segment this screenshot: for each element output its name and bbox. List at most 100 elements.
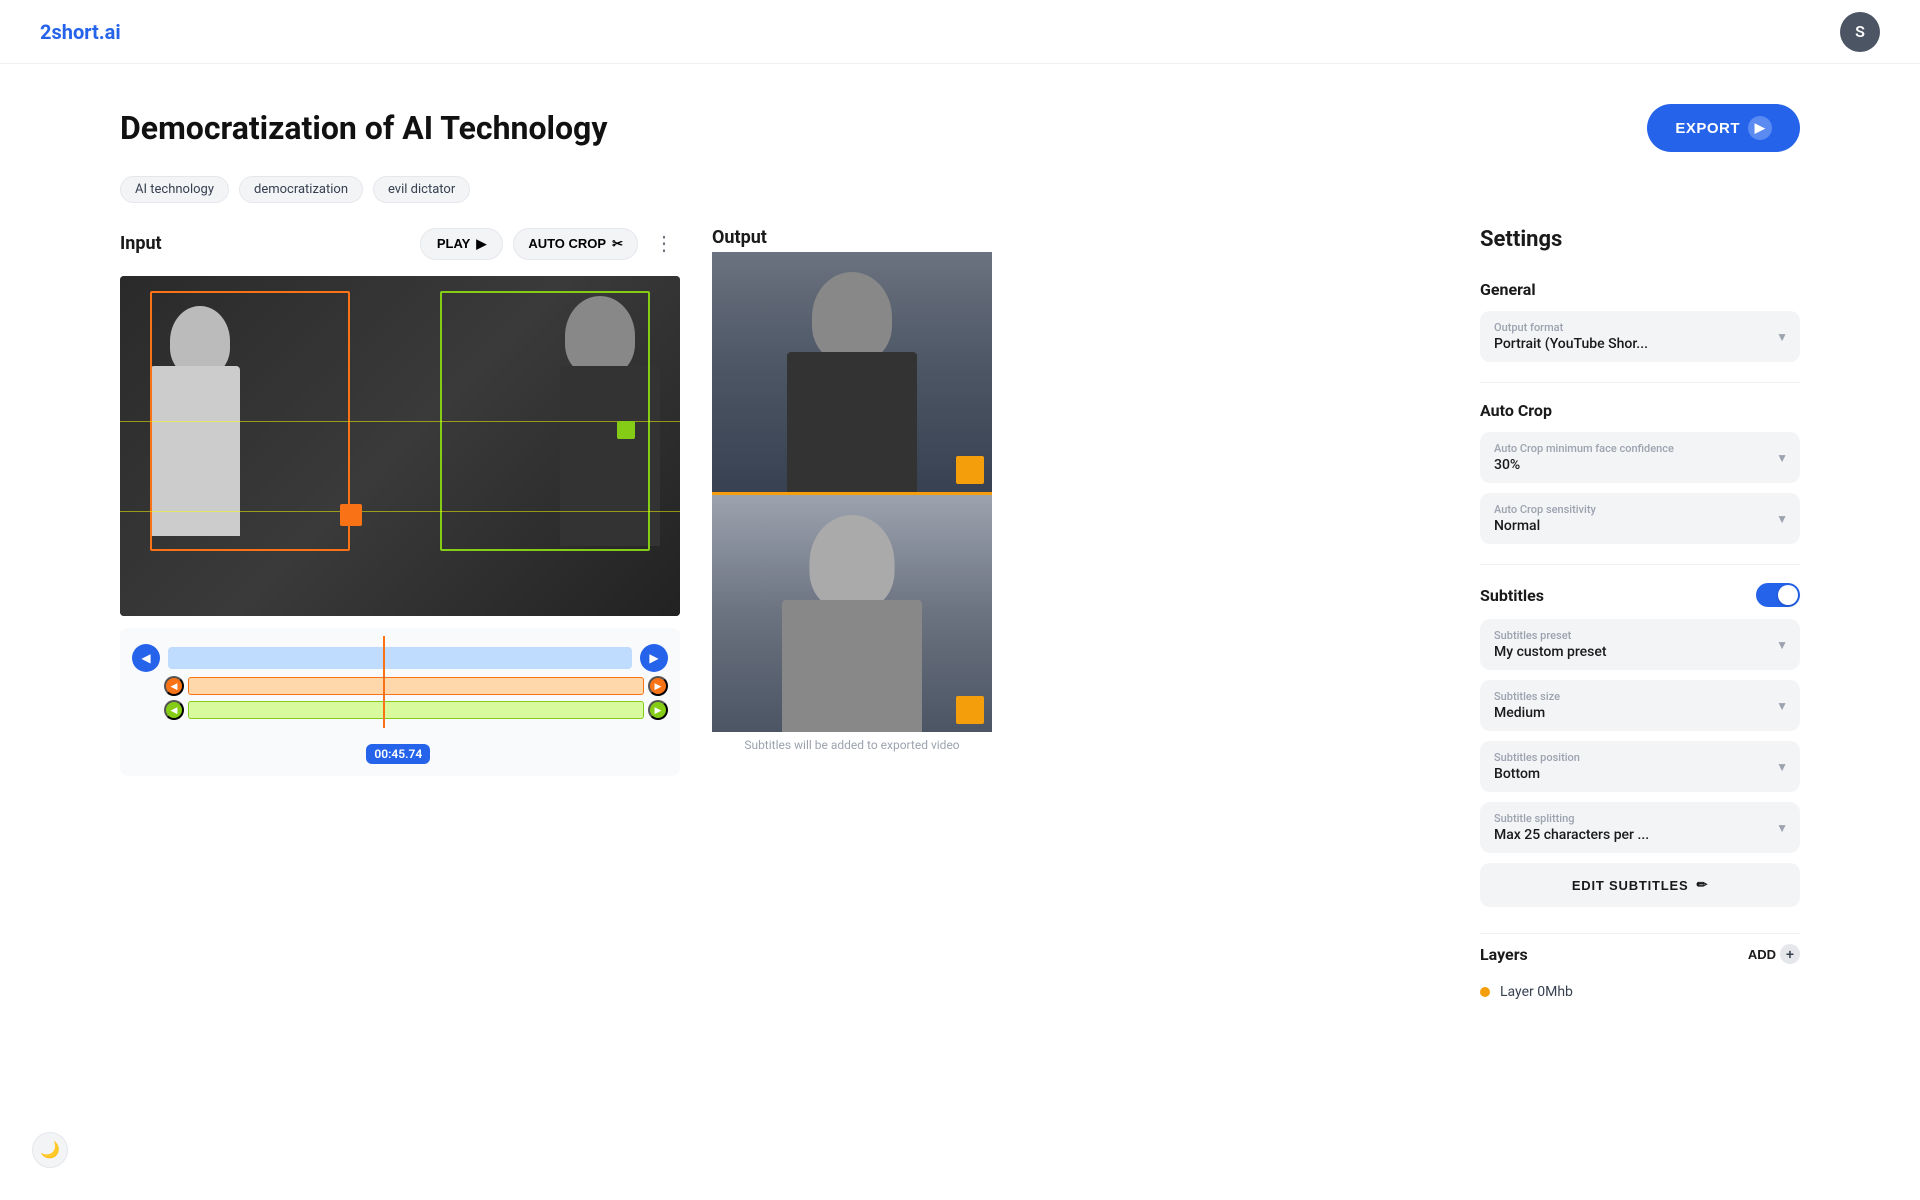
subtitle-splitting-label: Subtitle splitting xyxy=(1494,812,1786,825)
add-layer-label: ADD xyxy=(1748,947,1776,962)
min-confidence-dropdown[interactable]: Auto Crop minimum face confidence 30% ▼ xyxy=(1480,432,1800,483)
yellow-corner-top xyxy=(956,456,984,484)
subtitle-splitting-arrow-icon: ▼ xyxy=(1776,821,1788,835)
layer-item: Layer 0Mhb xyxy=(1480,976,1800,1008)
settings-panel: Settings General Output format Portrait … xyxy=(1480,227,1800,1008)
subtitles-header: Subtitles xyxy=(1480,583,1800,607)
input-panel: Input PLAY ▶ AUTO CROP ✂ ⋮ xyxy=(120,227,680,776)
min-confidence-label: Auto Crop minimum face confidence xyxy=(1494,442,1786,455)
green-track-right-handle[interactable]: ▶ xyxy=(648,700,668,720)
autocrop-button[interactable]: AUTO CROP ✂ xyxy=(513,228,638,260)
toggle-knob xyxy=(1778,585,1798,605)
playhead-line xyxy=(383,636,385,728)
input-panel-title: Input xyxy=(120,233,162,254)
more-icon: ⋮ xyxy=(654,233,674,255)
tag-evil-dictator[interactable]: evil dictator xyxy=(373,176,470,203)
play-icon: ▶ xyxy=(476,236,486,252)
edit-subtitles-button[interactable]: EDIT SUBTITLES ✏ xyxy=(1480,863,1800,907)
yellow-corner-bottom xyxy=(956,696,984,724)
dark-mode-toggle[interactable]: 🌙 xyxy=(32,1132,68,1168)
header-row: Democratization of AI Technology EXPORT … xyxy=(120,104,1800,152)
subtitles-preset-dropdown[interactable]: Subtitles preset My custom preset ▼ xyxy=(1480,619,1800,670)
moon-icon: 🌙 xyxy=(40,1140,60,1160)
subtitles-position-arrow-icon: ▼ xyxy=(1776,760,1788,774)
orange-track-right-handle[interactable]: ▶ xyxy=(648,676,668,696)
subtitles-position-label: Subtitles position xyxy=(1494,751,1786,764)
min-confidence-value: 30% xyxy=(1494,457,1786,473)
edit-icon: ✏ xyxy=(1696,877,1708,893)
timeline-nav-right[interactable]: ▶ xyxy=(640,644,668,672)
export-button[interactable]: EXPORT ▶ xyxy=(1647,104,1800,152)
timeline-container: ◀ ▶ ◀ ▶ ◀ ▶ xyxy=(120,628,680,776)
main-timeline-track[interactable] xyxy=(168,647,632,669)
more-options-button[interactable]: ⋮ xyxy=(648,227,680,260)
autocrop-label: AUTO CROP xyxy=(528,236,606,251)
subtitle-note: Subtitles will be added to exported vide… xyxy=(712,738,992,752)
output-format-value: Portrait (YouTube Shor... xyxy=(1494,336,1786,352)
timeline-row-1: ◀ ▶ xyxy=(132,644,668,672)
out-head-1 xyxy=(812,272,892,362)
logo: 2short.ai xyxy=(40,20,121,44)
input-panel-header: Input PLAY ▶ AUTO CROP ✂ ⋮ xyxy=(120,227,680,260)
avatar-initial: S xyxy=(1855,22,1865,41)
subtitles-size-value: Medium xyxy=(1494,705,1786,721)
sensitivity-label: Auto Crop sensitivity xyxy=(1494,503,1786,516)
sensitivity-dropdown[interactable]: Auto Crop sensitivity Normal ▼ xyxy=(1480,493,1800,544)
play-label: PLAY xyxy=(437,236,470,251)
play-button[interactable]: PLAY ▶ xyxy=(420,228,503,260)
layers-header: Layers ADD + xyxy=(1480,944,1800,964)
logo-text: 2short.ai xyxy=(40,20,121,44)
timeline-nav-left[interactable]: ◀ xyxy=(132,644,160,672)
add-layer-button[interactable]: ADD + xyxy=(1748,944,1800,964)
panels-row: Input PLAY ▶ AUTO CROP ✂ ⋮ xyxy=(120,227,1800,1008)
output-panel: Output Subtitles will be added to export… xyxy=(712,227,992,752)
time-badge: 00:45.74 xyxy=(366,744,430,764)
tag-ai-technology[interactable]: AI technology xyxy=(120,176,229,203)
tags-row: AI technology democratization evil dicta… xyxy=(120,176,1800,203)
subtitles-toggle[interactable] xyxy=(1756,583,1800,607)
subtitles-preset-value: My custom preset xyxy=(1494,644,1786,660)
settings-general-title: General xyxy=(1480,280,1800,299)
out-body-1 xyxy=(787,352,917,492)
export-arrow-icon: ▶ xyxy=(1748,116,1772,140)
input-video-bg xyxy=(120,276,680,616)
output-format-label: Output format xyxy=(1494,321,1786,334)
avatar[interactable]: S xyxy=(1840,12,1880,52)
orange-track[interactable] xyxy=(188,677,644,695)
subtitles-preset-label: Subtitles preset xyxy=(1494,629,1786,642)
output-video-bottom xyxy=(712,492,992,732)
min-confidence-arrow-icon: ▼ xyxy=(1776,451,1788,465)
layer-dot xyxy=(1480,987,1490,997)
subtitles-position-dropdown[interactable]: Subtitles position Bottom ▼ xyxy=(1480,741,1800,792)
divider-1 xyxy=(1480,382,1800,383)
green-track[interactable] xyxy=(188,701,644,719)
tag-democratization[interactable]: democratization xyxy=(239,176,363,203)
settings-autocrop-title: Auto Crop xyxy=(1480,401,1800,420)
timeline-row-2: ◀ ▶ xyxy=(164,676,668,696)
out-head-2 xyxy=(810,515,895,610)
divider-3 xyxy=(1480,933,1800,934)
sensitivity-arrow-icon: ▼ xyxy=(1776,512,1788,526)
green-track-left-handle[interactable]: ◀ xyxy=(164,700,184,720)
subtitles-position-value: Bottom xyxy=(1494,766,1786,782)
subtitles-preset-arrow-icon: ▼ xyxy=(1776,638,1788,652)
subtitle-splitting-value: Max 25 characters per ... xyxy=(1494,827,1786,843)
output-panel-title: Output xyxy=(712,227,767,248)
h-line-mid xyxy=(120,511,680,512)
crop-icon: ✂ xyxy=(612,236,623,252)
subtitles-size-label: Subtitles size xyxy=(1494,690,1786,703)
settings-layers-title: Layers xyxy=(1480,945,1528,964)
input-panel-controls: PLAY ▶ AUTO CROP ✂ ⋮ xyxy=(420,227,680,260)
settings-title: Settings xyxy=(1480,227,1800,252)
output-format-arrow-icon: ▼ xyxy=(1776,330,1788,344)
divider-2 xyxy=(1480,564,1800,565)
settings-subtitles-title: Subtitles xyxy=(1480,586,1544,605)
subtitle-splitting-dropdown[interactable]: Subtitle splitting Max 25 characters per… xyxy=(1480,802,1800,853)
page-title: Democratization of AI Technology xyxy=(120,109,607,147)
subtitles-size-dropdown[interactable]: Subtitles size Medium ▼ xyxy=(1480,680,1800,731)
navbar: 2short.ai S xyxy=(0,0,1920,64)
orange-track-left-handle[interactable]: ◀ xyxy=(164,676,184,696)
main-content: Democratization of AI Technology EXPORT … xyxy=(0,64,1920,1048)
output-format-dropdown[interactable]: Output format Portrait (YouTube Shor... … xyxy=(1480,311,1800,362)
output-panel-header: Output xyxy=(712,227,992,248)
